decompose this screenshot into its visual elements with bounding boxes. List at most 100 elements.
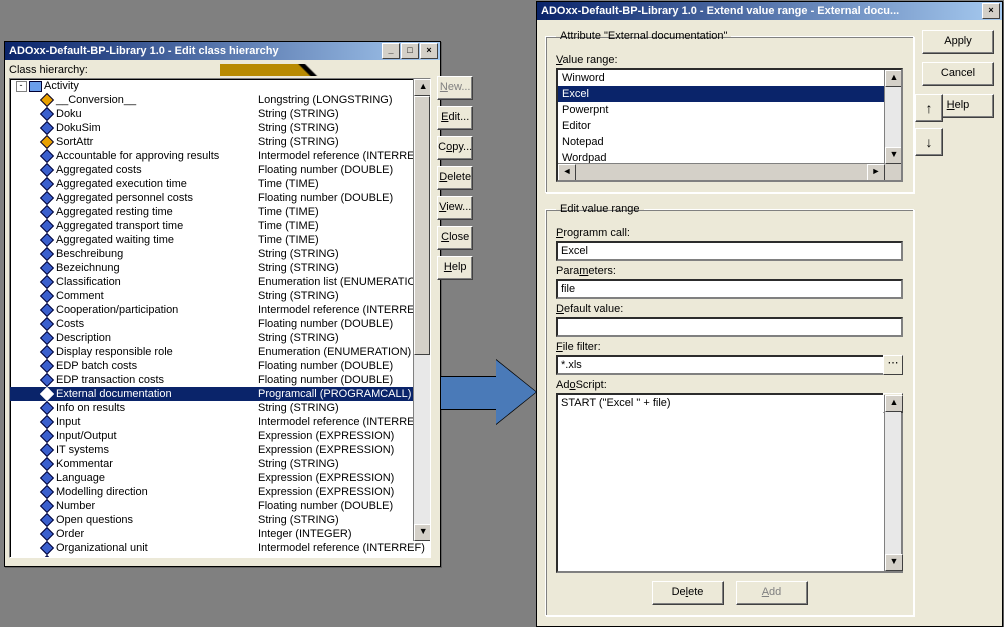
- close-window-button[interactable]: ×: [420, 43, 438, 59]
- attr-type: String (STRING): [256, 458, 430, 470]
- attr-name: Organizational unit: [54, 542, 256, 554]
- list-item[interactable]: Excel: [558, 86, 901, 102]
- tree-row[interactable]: Display responsible roleEnumeration (ENU…: [10, 345, 430, 359]
- attr-type: Floating number (DOUBLE): [256, 192, 430, 204]
- tree-row[interactable]: IT systemsExpression (EXPRESSION): [10, 443, 430, 457]
- tree-row[interactable]: LanguageExpression (EXPRESSION): [10, 471, 430, 485]
- attr-name: Input/Output: [54, 430, 256, 442]
- attr-name: Aggregated execution time: [54, 178, 256, 190]
- tree-row[interactable]: Aggregated waiting timeTime (TIME): [10, 233, 430, 247]
- view-button[interactable]: View...: [437, 196, 473, 220]
- tree-row[interactable]: Cooperation/participationIntermodel refe…: [10, 303, 430, 317]
- attr-name: Info on results: [54, 402, 256, 414]
- tree-row[interactable]: NumberFloating number (DOUBLE): [10, 499, 430, 513]
- tree-vertical-scrollbar[interactable]: ▲ ▼: [413, 79, 430, 541]
- parameters-input[interactable]: [556, 279, 903, 299]
- tree-row[interactable]: Input/OutputExpression (EXPRESSION): [10, 429, 430, 443]
- scroll-up-icon[interactable]: ▲: [885, 70, 903, 87]
- tree-row[interactable]: ClassificationEnumeration list (ENUMERAT…: [10, 275, 430, 289]
- tree-root-activity[interactable]: - Activity: [10, 79, 430, 93]
- attr-name: Order: [54, 528, 256, 540]
- scroll-down-icon[interactable]: ▼: [885, 554, 903, 571]
- tree-row[interactable]: Aggregated costsFloating number (DOUBLE): [10, 163, 430, 177]
- list-item[interactable]: Winword: [558, 70, 901, 86]
- close-window-button[interactable]: ×: [982, 3, 1000, 19]
- tree-row[interactable]: BeschreibungString (STRING): [10, 247, 430, 261]
- attr-name: Open questions: [54, 514, 256, 526]
- program-call-input[interactable]: [556, 241, 903, 261]
- tree-row[interactable]: Aggregated execution timeTime (TIME): [10, 177, 430, 191]
- attr-name: Bezeichnung: [54, 262, 256, 274]
- attr-type: String (STRING): [256, 514, 430, 526]
- tree-row[interactable]: Organizational unitIntermodel reference …: [10, 541, 430, 555]
- list-vertical-scrollbar[interactable]: ▲ ▼: [884, 70, 901, 164]
- delete-button[interactable]: Delete: [437, 166, 473, 190]
- tree-row[interactable]: KommentarString (STRING): [10, 457, 430, 471]
- add-value-button[interactable]: Add: [736, 581, 808, 605]
- attr-type: Time (TIME): [256, 206, 430, 218]
- move-up-button[interactable]: ↑: [915, 94, 943, 122]
- close-button[interactable]: Close: [437, 226, 473, 250]
- tree-row[interactable]: OrderInteger (INTEGER): [10, 527, 430, 541]
- tree-row[interactable]: CostsFloating number (DOUBLE): [10, 317, 430, 331]
- adoscript-textarea[interactable]: [556, 393, 903, 573]
- scroll-left-icon[interactable]: ◄: [558, 164, 576, 181]
- attr-name: Beschreibung: [54, 248, 256, 260]
- file-filter-input[interactable]: [556, 355, 903, 375]
- tree-row[interactable]: Accountable for approving resultsIntermo…: [10, 149, 430, 163]
- tree-row[interactable]: DokuSimString (STRING): [10, 121, 430, 135]
- move-down-button[interactable]: ↓: [915, 128, 943, 156]
- apply-button[interactable]: Apply: [922, 30, 994, 54]
- tree-row[interactable]: Aggregated personnel costsFloating numbe…: [10, 191, 430, 205]
- maximize-button[interactable]: □: [401, 43, 419, 59]
- help-button[interactable]: Help: [437, 256, 473, 280]
- tree-row[interactable]: Aggregated resting timeTime (TIME): [10, 205, 430, 219]
- scroll-up-icon[interactable]: ▲: [414, 79, 431, 96]
- scroll-right-icon[interactable]: ►: [867, 164, 885, 181]
- list-item[interactable]: Notepad: [558, 134, 901, 150]
- list-item[interactable]: Editor: [558, 118, 901, 134]
- attr-name: Input: [54, 416, 256, 428]
- attr-type: Longstring (LONGSTRING): [256, 94, 430, 106]
- attr-name: Output: [54, 556, 256, 558]
- file-filter-expand-button[interactable]: ⋯: [883, 355, 903, 375]
- scroll-down-icon[interactable]: ▼: [885, 147, 903, 164]
- tree-row[interactable]: BezeichnungString (STRING): [10, 261, 430, 275]
- tree-row[interactable]: Aggregated transport timeTime (TIME): [10, 219, 430, 233]
- list-horizontal-scrollbar[interactable]: ◄ ►: [558, 163, 885, 180]
- scroll-down-icon[interactable]: ▼: [414, 524, 431, 541]
- attr-type: Intermodel reference (INTERREF): [256, 416, 430, 428]
- value-range-list[interactable]: WinwordExcelPowerpntEditorNotepadWordpad…: [556, 68, 903, 182]
- tree-row[interactable]: InputIntermodel reference (INTERREF): [10, 415, 430, 429]
- tree-row[interactable]: Info on resultsString (STRING): [10, 401, 430, 415]
- tree-row[interactable]: CommentString (STRING): [10, 289, 430, 303]
- tree-row[interactable]: Modelling directionExpression (EXPRESSIO…: [10, 485, 430, 499]
- tree-row[interactable]: __Conversion__Longstring (LONGSTRING): [10, 93, 430, 107]
- cancel-button[interactable]: Cancel: [922, 62, 994, 86]
- attr-type: Time (TIME): [256, 220, 430, 232]
- minimize-button[interactable]: _: [382, 43, 400, 59]
- class-hierarchy-tree[interactable]: - Activity __Conversion__Longstring (LON…: [9, 78, 431, 558]
- list-item[interactable]: Powerpnt: [558, 102, 901, 118]
- delete-value-button[interactable]: Delete: [652, 581, 724, 605]
- tree-row[interactable]: Open questionsString (STRING): [10, 513, 430, 527]
- attr-name: Accountable for approving results: [54, 150, 256, 162]
- tree-row[interactable]: DescriptionString (STRING): [10, 331, 430, 345]
- tree-row[interactable]: EDP batch costsFloating number (DOUBLE): [10, 359, 430, 373]
- pencil-icon[interactable]: [220, 64, 431, 76]
- tree-row[interactable]: External documentationProgramcall (PROGR…: [10, 387, 430, 401]
- attr-type: Floating number (DOUBLE): [256, 164, 430, 176]
- attr-type: Intermodel reference (INTERREF): [256, 304, 430, 316]
- edit-button[interactable]: Edit...: [437, 106, 473, 130]
- window-title: ADOxx-Default-BP-Library 1.0 - Extend va…: [541, 5, 982, 17]
- scroll-up-icon[interactable]: ▲: [885, 395, 903, 412]
- adoscript-vertical-scrollbar[interactable]: ▲ ▼: [884, 395, 901, 571]
- new-button[interactable]: New...: [437, 76, 473, 100]
- tree-row[interactable]: DokuString (STRING): [10, 107, 430, 121]
- tree-row[interactable]: SortAttrString (STRING): [10, 135, 430, 149]
- tree-row[interactable]: OutputIntermodel reference (INTERREF): [10, 555, 430, 558]
- copy-button[interactable]: Copy...: [437, 136, 473, 160]
- default-value-input[interactable]: [556, 317, 903, 337]
- attr-name: Classification: [54, 276, 256, 288]
- tree-row[interactable]: EDP transaction costsFloating number (DO…: [10, 373, 430, 387]
